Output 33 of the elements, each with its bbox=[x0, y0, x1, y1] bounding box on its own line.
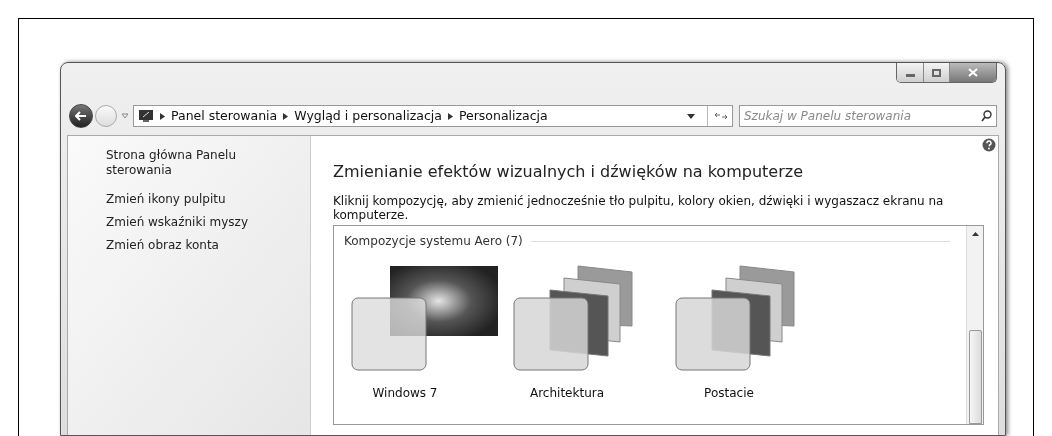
page-description: Kliknij kompozycję, aby zmienić jednocześnie tło pulpitu, kolory okien, dźwięki i wygaszacz ekranu na komputerze. bbox=[333, 194, 945, 222]
chevron-right-icon bbox=[160, 112, 165, 120]
chevron-right-icon bbox=[283, 112, 289, 120]
sidebar-link[interactable]: Zmień obraz konta bbox=[106, 238, 266, 253]
close-icon bbox=[968, 68, 978, 77]
help-icon[interactable] bbox=[982, 138, 996, 152]
control-panel-icon bbox=[138, 109, 154, 123]
refresh-icon[interactable] bbox=[714, 111, 728, 121]
breadcrumb-item[interactable]: Panel sterowania bbox=[171, 106, 278, 126]
scrollbar[interactable] bbox=[966, 226, 983, 424]
theme-name[interactable]: Postacie bbox=[704, 384, 794, 402]
theme-name[interactable]: Architektura bbox=[529, 384, 645, 402]
search-field[interactable]: Szukaj w Panelu sterowania bbox=[739, 105, 997, 127]
maximize-button[interactable] bbox=[924, 63, 950, 82]
search-icon bbox=[981, 110, 992, 122]
dropdown-caret-icon[interactable] bbox=[687, 113, 695, 119]
page-title: Zmienianie efektów wizualnych i dźwięków na komputerze bbox=[333, 161, 804, 183]
group-heading: Kompozycje systemu Aero (7) bbox=[344, 233, 523, 250]
breadcrumb-item[interactable]: Wygląd i personalizacja bbox=[294, 106, 442, 126]
sidebar-link[interactable]: Zmień wskaźniki myszy bbox=[106, 215, 266, 230]
back-button[interactable] bbox=[69, 104, 93, 128]
breadcrumb-item[interactable]: Personalizacja bbox=[458, 106, 548, 126]
close-button[interactable] bbox=[950, 63, 996, 82]
sidebar-link[interactable]: Strona główna Panelu sterowania bbox=[106, 148, 266, 178]
chevron-right-icon bbox=[447, 112, 453, 120]
back-arrow-icon bbox=[75, 111, 87, 121]
scroll-up-arrow-icon[interactable] bbox=[971, 232, 979, 236]
history-caret-icon bbox=[121, 113, 129, 119]
address-field[interactable]: Panel sterowania Wygląd i personalizacja Personalizacja bbox=[133, 105, 733, 127]
theme-name[interactable]: Windows 7 bbox=[372, 384, 478, 402]
sidebar-link[interactable]: Zmień ikony pulpitu bbox=[106, 192, 266, 207]
scroll-thumb[interactable] bbox=[968, 330, 982, 424]
minimize-button[interactable] bbox=[897, 63, 924, 82]
